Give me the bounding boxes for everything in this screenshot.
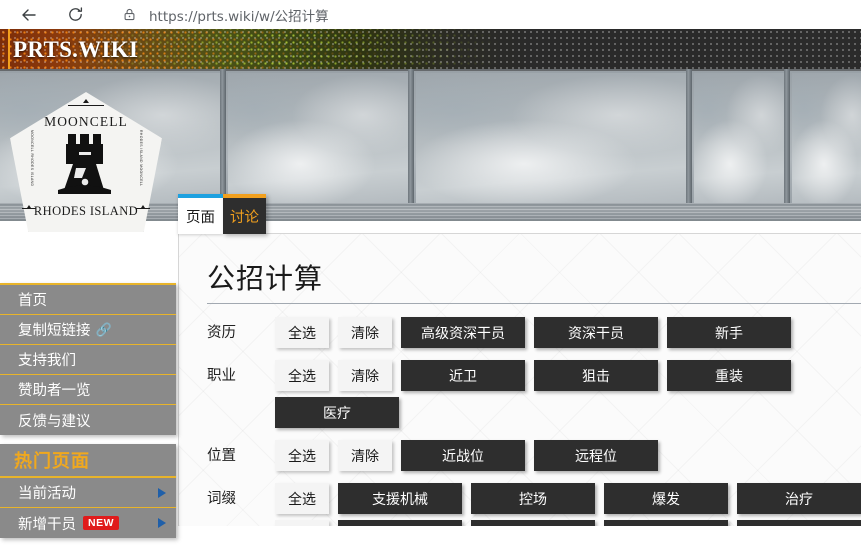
tab-discussion-label: 讨论 bbox=[230, 209, 259, 226]
tag-button-support-robot[interactable]: 支援机械 bbox=[338, 483, 462, 514]
tag-button-elite[interactable]: 资深干员 bbox=[534, 317, 658, 348]
page-tabs: 页面 讨论 bbox=[178, 194, 266, 234]
tag-button-defender[interactable]: 重装 bbox=[667, 360, 791, 391]
sidebar-item-label: 首页 bbox=[18, 293, 47, 309]
sidebar-item-support-us[interactable]: 支持我们 bbox=[0, 345, 176, 375]
filter-buttons: 全选 清除 高级资深干员 资深干员 新手 bbox=[275, 317, 800, 354]
tag-button-debuff[interactable]: 削弱 bbox=[338, 520, 462, 526]
filter-panel: 资历 全选 清除 高级资深干员 资深干员 新手 职业 全选 清除 近卫 狙击 重… bbox=[179, 317, 861, 526]
window-mullion-3 bbox=[686, 69, 692, 221]
clear-button[interactable]: 清除 bbox=[338, 317, 392, 348]
filter-label: 职业 bbox=[207, 368, 236, 384]
window-pane-4 bbox=[694, 73, 784, 213]
tag-button-ranged[interactable]: 远程位 bbox=[534, 440, 658, 471]
tag-button-starter[interactable]: 新手 bbox=[667, 317, 791, 348]
new-badge: NEW bbox=[83, 516, 119, 530]
affix-area: 全选 清除 支援机械 控场 爆发 治疗 削弱 快速复活 位移 召唤 bbox=[275, 483, 861, 526]
site-logo[interactable]: MOONCELL MOONCELL RHODES ISLAND RHODES I… bbox=[10, 92, 162, 232]
clear-button[interactable]: 清除 bbox=[275, 520, 329, 526]
title-divider bbox=[207, 303, 861, 304]
window-mullion-2 bbox=[408, 69, 414, 221]
browser-toolbar: https://prts.wiki/w/公招计算 bbox=[0, 0, 861, 29]
sidebar-item-new-operators[interactable]: 新增干员 NEW bbox=[0, 508, 176, 538]
tag-button-fast-redeploy[interactable]: 快速复活 bbox=[471, 520, 595, 526]
sidebar-item-label: 新增干员 bbox=[18, 516, 76, 533]
reload-icon bbox=[66, 5, 85, 24]
page-title: 公招计算 bbox=[207, 264, 324, 295]
sidebar-item-label: 当前活动 bbox=[18, 486, 76, 502]
filter-buttons: 全选 清除 近卫 狙击 重装 医疗 bbox=[275, 360, 861, 434]
sidebar-group-popular: 热门页面 当前活动 新增干员 NEW bbox=[0, 444, 176, 538]
sidebar-item-home[interactable]: 首页 bbox=[0, 285, 176, 315]
tag-button-crowd-control[interactable]: 控场 bbox=[471, 483, 595, 514]
url-text: https://prts.wiki/w/公招计算 bbox=[149, 8, 329, 25]
filter-label: 词缀 bbox=[207, 491, 236, 507]
site-header-banner: PRTS.WIKI bbox=[0, 29, 861, 69]
affix-buttons: 支援机械 控场 爆发 治疗 削弱 快速复活 位移 召唤 bbox=[338, 483, 861, 526]
sidebar-section-title: 热门页面 bbox=[0, 444, 176, 478]
logo-side-text-right: RHODES ISLAND MOONCELL bbox=[139, 130, 143, 187]
chevron-right-icon bbox=[158, 487, 166, 498]
sidebar-item-label: 支持我们 bbox=[18, 353, 76, 369]
link-icon: 🔗 bbox=[95, 321, 112, 337]
sidebar-item-copy-short-link[interactable]: 复制短链接 🔗 bbox=[0, 315, 176, 345]
back-arrow-icon bbox=[19, 5, 39, 25]
select-all-button[interactable]: 全选 bbox=[275, 360, 329, 391]
reload-button[interactable] bbox=[58, 0, 92, 29]
clear-button[interactable]: 清除 bbox=[338, 440, 392, 471]
tag-button-senior-elite[interactable]: 高级资深干员 bbox=[401, 317, 525, 348]
address-bar[interactable]: https://prts.wiki/w/公招计算 bbox=[108, 2, 861, 27]
tag-button-healing[interactable]: 治疗 bbox=[737, 483, 861, 514]
tag-button-medic[interactable]: 医疗 bbox=[275, 397, 399, 428]
sidebar-item-sponsors[interactable]: 赞助者一览 bbox=[0, 375, 176, 405]
logo-apex-rule bbox=[68, 105, 104, 107]
select-all-button[interactable]: 全选 bbox=[275, 483, 329, 514]
window-pane-5 bbox=[792, 73, 861, 213]
window-mullion-4 bbox=[784, 69, 790, 221]
filter-row-qualification: 资历 全选 清除 高级资深干员 资深干员 新手 bbox=[179, 317, 861, 354]
affix-controls: 全选 清除 bbox=[275, 483, 338, 526]
tag-button-guard[interactable]: 近卫 bbox=[401, 360, 525, 391]
tag-button-summon[interactable]: 召唤 bbox=[737, 520, 861, 526]
tag-button-sniper[interactable]: 狙击 bbox=[534, 360, 658, 391]
tag-button-nuker[interactable]: 爆发 bbox=[604, 483, 728, 514]
tab-discussion[interactable]: 讨论 bbox=[223, 194, 266, 234]
tag-button-melee[interactable]: 近战位 bbox=[401, 440, 525, 471]
filter-row-class: 职业 全选 清除 近卫 狙击 重装 医疗 bbox=[179, 360, 861, 434]
logo-apex-marker-icon bbox=[83, 99, 89, 103]
header-accent-edge bbox=[8, 29, 10, 69]
filter-row-affix: 词缀 全选 清除 支援机械 控场 爆发 治疗 削弱 快速复活 位移 召唤 bbox=[179, 483, 861, 526]
sidebar-item-label: 复制短链接 bbox=[18, 323, 91, 339]
window-pane-2 bbox=[228, 73, 408, 213]
sidebar-item-label: 赞助者一览 bbox=[18, 383, 91, 399]
sidebar: 首页 复制短链接 🔗 支持我们 赞助者一览 反馈与建议 热门页面 当前活动 新增… bbox=[0, 283, 176, 547]
back-button[interactable] bbox=[12, 0, 46, 29]
select-all-button[interactable]: 全选 bbox=[275, 440, 329, 471]
rhodes-island-tower-icon bbox=[46, 128, 126, 205]
filter-buttons: 全选 清除 近战位 远程位 bbox=[275, 440, 667, 477]
banner-top-edge bbox=[0, 69, 861, 71]
filter-row-position: 位置 全选 清除 近战位 远程位 bbox=[179, 440, 861, 477]
logo-bottom-text: RHODES ISLAND bbox=[33, 204, 139, 218]
lock-icon bbox=[122, 7, 137, 22]
tag-button-shift[interactable]: 位移 bbox=[604, 520, 728, 526]
sidebar-item-feedback[interactable]: 反馈与建议 bbox=[0, 405, 176, 435]
content-area: 公招计算 资历 全选 清除 高级资深干员 资深干员 新手 职业 全选 清除 近卫… bbox=[178, 233, 861, 526]
chevron-right-icon bbox=[158, 518, 166, 528]
logo-side-text-left: MOONCELL RHODES ISLAND bbox=[30, 130, 34, 187]
filter-label: 资历 bbox=[207, 325, 236, 341]
site-title: PRTS.WIKI bbox=[13, 37, 139, 62]
clear-button[interactable]: 清除 bbox=[338, 360, 392, 391]
sidebar-item-current-events[interactable]: 当前活动 bbox=[0, 478, 176, 508]
sidebar-group-main: 首页 复制短链接 🔗 支持我们 赞助者一览 反馈与建议 bbox=[0, 283, 176, 435]
sidebar-item-label: 反馈与建议 bbox=[18, 413, 91, 430]
tab-page-label: 页面 bbox=[186, 209, 215, 226]
filter-label: 位置 bbox=[207, 448, 236, 464]
window-pane-3 bbox=[416, 73, 686, 213]
select-all-button[interactable]: 全选 bbox=[275, 317, 329, 348]
tab-page[interactable]: 页面 bbox=[178, 194, 223, 234]
